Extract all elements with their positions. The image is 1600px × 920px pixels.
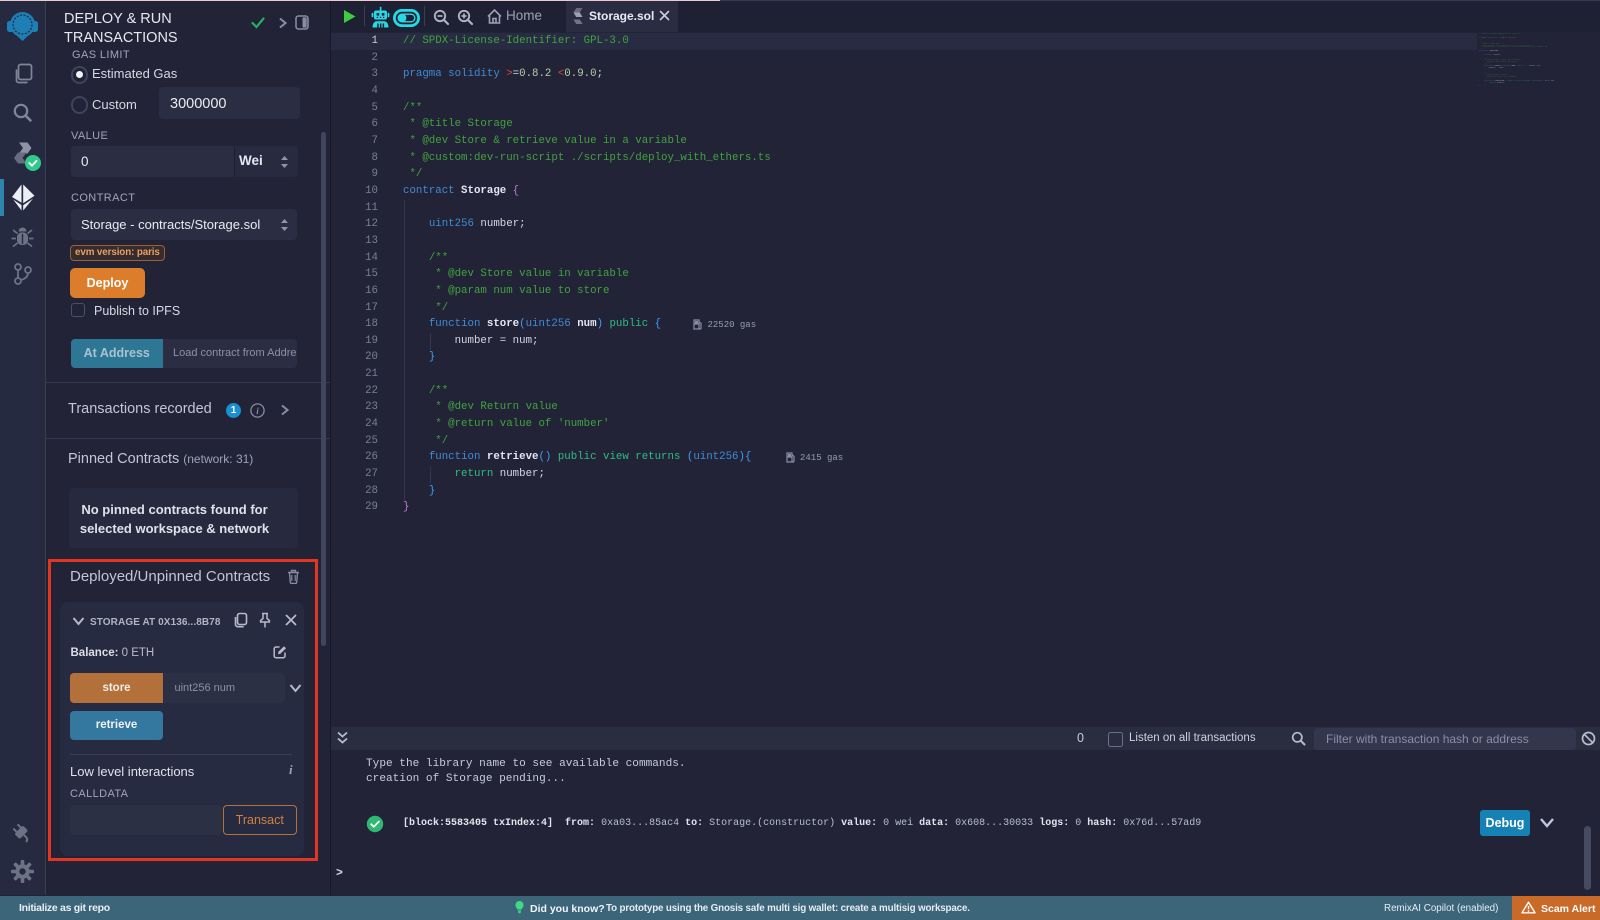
svg-text:i: i [256,406,259,416]
